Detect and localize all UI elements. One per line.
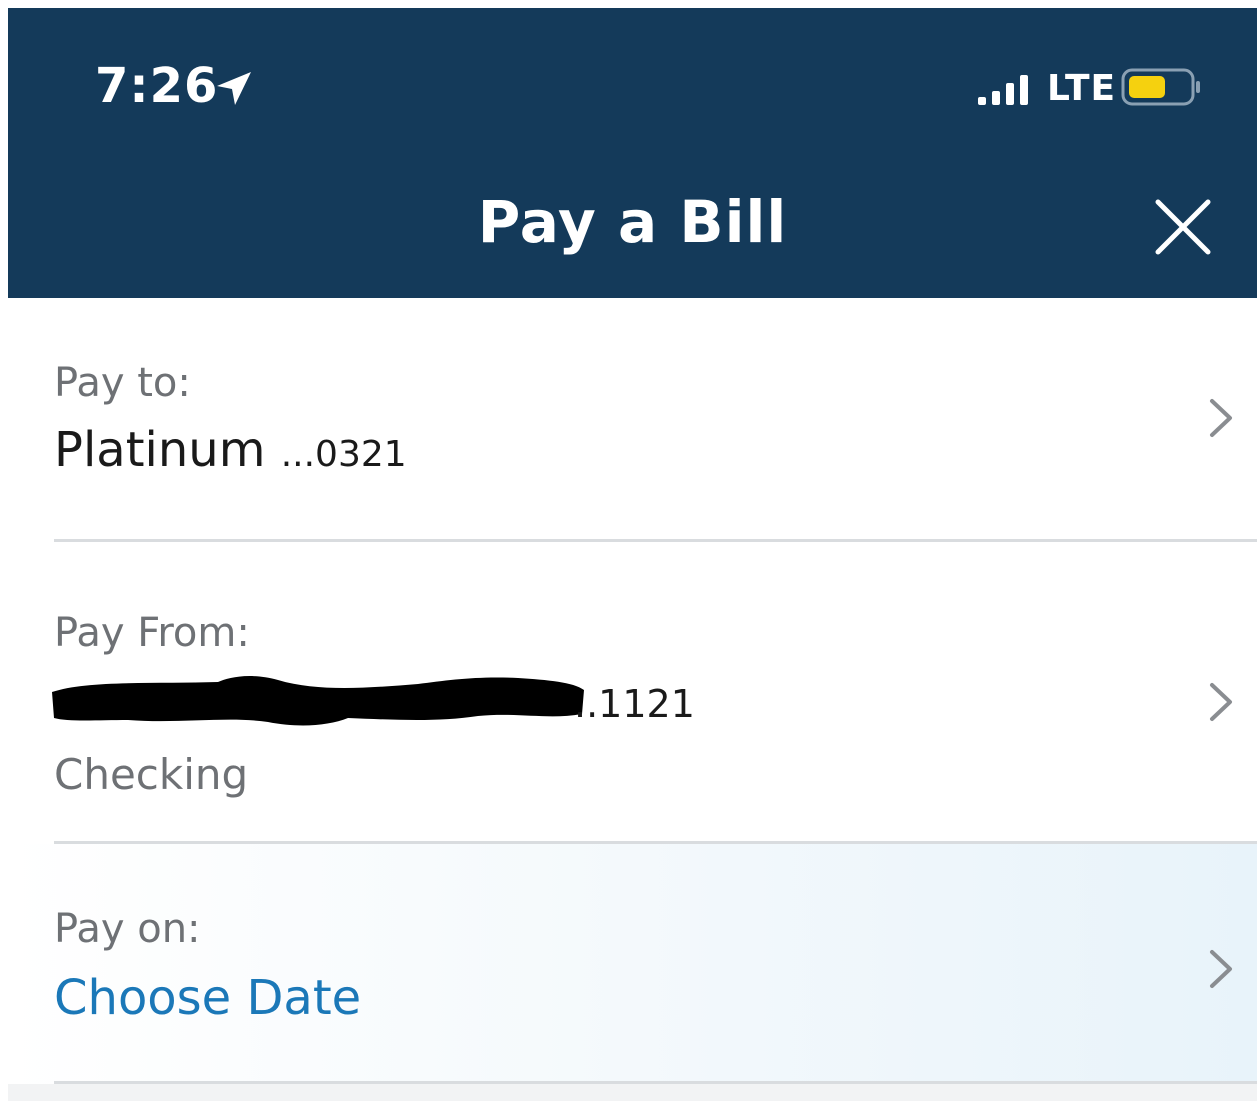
pay-on-row[interactable]: Pay on: Choose Date [8, 844, 1257, 1084]
app-screen: 7:26 LTE Pay a Bill Pay to: Platinum ...… [8, 8, 1257, 1101]
chevron-right-icon [1210, 950, 1232, 988]
pay-from-account-suffix: ..1121 [574, 682, 695, 726]
pay-to-label: Pay to: [54, 360, 191, 406]
network-type: LTE [1047, 68, 1117, 109]
bottom-strip [8, 1084, 1257, 1101]
pay-from-row[interactable]: Pay From: ..1121 Checking [8, 542, 1257, 844]
pay-on-label: Pay on: [54, 906, 201, 952]
close-icon[interactable] [1144, 188, 1224, 268]
battery-icon [1121, 68, 1200, 106]
cellular-signal-icon [978, 75, 1028, 105]
status-time: 7:26 [95, 58, 219, 114]
pay-to-account-name: Platinum [54, 422, 266, 478]
header-bar: 7:26 LTE Pay a Bill [8, 8, 1257, 298]
page-title: Pay a Bill [477, 188, 788, 256]
choose-date-link[interactable]: Choose Date [54, 970, 361, 1026]
pay-from-label: Pay From: [54, 610, 250, 656]
chevron-right-icon [1210, 683, 1232, 721]
pay-to-row[interactable]: Pay to: Platinum ...0321 [8, 298, 1257, 542]
pay-to-account: Platinum ...0321 [54, 422, 407, 478]
pay-from-account-type: Checking [54, 750, 249, 799]
location-arrow-icon [217, 72, 251, 105]
pay-to-account-suffix: ...0321 [280, 434, 407, 475]
redaction-mark [52, 676, 584, 726]
chevron-right-icon [1210, 399, 1232, 437]
